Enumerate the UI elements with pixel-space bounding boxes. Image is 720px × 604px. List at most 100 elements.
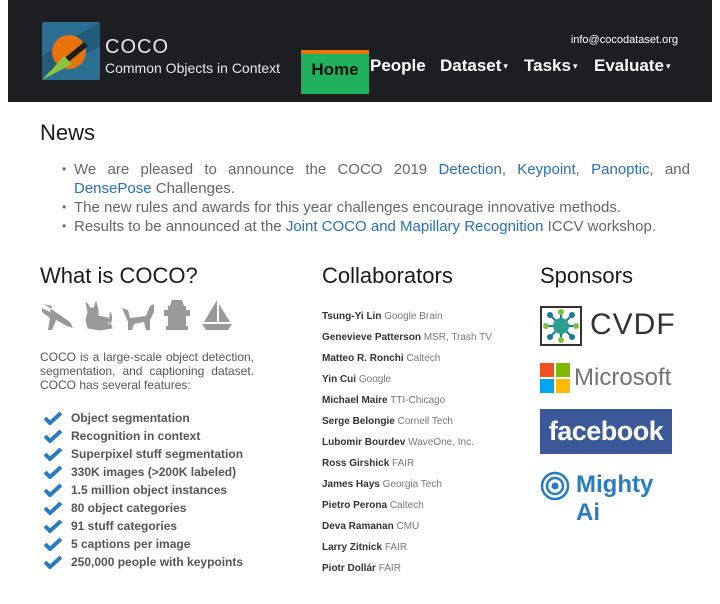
nav-people[interactable]: People bbox=[370, 56, 426, 76]
fire-hydrant-icon bbox=[164, 300, 190, 330]
collaborator-name: Deva Ramanan bbox=[322, 521, 394, 532]
feature-label: 80 object categories bbox=[71, 501, 187, 515]
feature-label: 91 stuff categories bbox=[71, 519, 178, 533]
feature-label: Superpixel stuff segmentation bbox=[71, 447, 244, 461]
mighty-ai-sponsor-link[interactable]: Mighty Ai bbox=[540, 469, 680, 526]
collaborator-name: Larry Zitnick bbox=[322, 542, 383, 553]
detection-link[interactable]: Detection bbox=[438, 161, 501, 178]
what-is-coco-heading: What is COCO? bbox=[40, 263, 198, 288]
checkmark-icon bbox=[44, 501, 62, 515]
collaborator-affiliation: FAIR bbox=[384, 542, 408, 553]
news-item: Results to be announced at the Joint COC… bbox=[62, 217, 690, 236]
news-text: Results to be announced at the bbox=[74, 218, 286, 235]
collaborator-affiliation: FAIR bbox=[378, 563, 401, 574]
contact-email-link[interactable]: info@cocodataset.org bbox=[571, 34, 678, 46]
news-item: The new rules and awards for this year c… bbox=[62, 198, 690, 217]
feature-label: 250,000 people with keypoints bbox=[71, 555, 244, 569]
feature-label: Object segmentation bbox=[71, 411, 190, 425]
checkmark-icon bbox=[44, 465, 62, 479]
feature-label: 5 captions per image bbox=[71, 537, 191, 551]
news-list: We are pleased to announce the COCO 2019… bbox=[62, 160, 690, 236]
chevron-down-icon: ▾ bbox=[665, 61, 671, 72]
coco-logo-icon[interactable] bbox=[42, 22, 100, 80]
panoptic-link[interactable]: Panoptic bbox=[591, 161, 649, 178]
collaborator-name: Matteo R. Ronchi bbox=[322, 353, 404, 364]
nav-evaluate[interactable]: Evaluate ▾ bbox=[594, 56, 670, 76]
checkmark-icon bbox=[44, 483, 62, 497]
collaborator-name: Ross Girshick bbox=[322, 458, 390, 469]
collaborator-name: Michael Maire bbox=[322, 395, 388, 406]
collaborator-affiliation: Google bbox=[358, 374, 392, 385]
airplane-icon bbox=[42, 304, 73, 330]
feature-item: 80 object categories bbox=[44, 499, 243, 517]
collaborator-name: Piotr Dollár bbox=[322, 563, 376, 574]
collaborators-heading: Collaborators bbox=[322, 263, 453, 288]
nav-home[interactable]: Home bbox=[301, 50, 369, 94]
collaborator-name: Lubomir Bourdev bbox=[322, 437, 406, 448]
cvdf-logo-icon bbox=[540, 306, 582, 346]
collaborator-affiliation: TTI-Chicago bbox=[390, 395, 446, 406]
collaborator-affiliation: Caltech bbox=[389, 500, 424, 511]
news-text: We are pleased to announce the COCO 2019 bbox=[74, 161, 439, 178]
feature-label: 1.5 million object instances bbox=[71, 483, 228, 497]
feature-item: Recognition in context bbox=[44, 427, 243, 445]
nav-evaluate-label: Evaluate bbox=[594, 56, 664, 75]
keypoint-link[interactable]: Keypoint bbox=[517, 161, 575, 178]
cvdf-label: CVDF bbox=[590, 308, 676, 341]
collaborator-name: Pietro Perona bbox=[322, 500, 388, 511]
checkmark-icon bbox=[44, 519, 62, 533]
collaborator-name: Yin Cui bbox=[322, 374, 357, 385]
collaborator-affiliation: FAIR bbox=[392, 458, 415, 469]
feature-label: 330K images (>200K labeled) bbox=[71, 465, 237, 479]
collaborator-item: Pietro Perona Caltech bbox=[322, 500, 492, 521]
nav-tasks-label: Tasks bbox=[524, 56, 571, 75]
collaborator-item: Genevieve Patterson MSR, Trash TV bbox=[322, 332, 492, 353]
microsoft-logo-icon bbox=[540, 363, 570, 393]
news-text: , bbox=[501, 161, 518, 178]
collaborator-affiliation: WaveOne, Inc. bbox=[408, 437, 474, 448]
facebook-sponsor-link[interactable]: facebook bbox=[540, 409, 672, 454]
feature-item: 5 captions per image bbox=[44, 535, 243, 553]
microsoft-sponsor-link[interactable]: Microsoft bbox=[540, 362, 680, 394]
collaborator-affiliation: Caltech bbox=[406, 353, 441, 364]
collaborator-item: Piotr Dollár FAIR bbox=[322, 563, 492, 584]
collaborator-affiliation: CMU bbox=[396, 521, 420, 532]
collaborator-name: Genevieve Patterson bbox=[322, 332, 421, 343]
collaborator-item: Lubomir Bourdev WaveOne, Inc. bbox=[322, 437, 492, 458]
logo-subtitle[interactable]: Common Objects in Context bbox=[105, 60, 280, 76]
logo-title[interactable]: COCO bbox=[105, 36, 169, 59]
chevron-down-icon: ▾ bbox=[503, 61, 508, 72]
sailboat-icon bbox=[202, 300, 232, 330]
news-heading: News bbox=[40, 120, 96, 145]
checkmark-icon bbox=[44, 429, 62, 443]
mighty-ai-logo-icon bbox=[540, 471, 570, 501]
collaborator-item: Matteo R. Ronchi Caltech bbox=[322, 353, 492, 374]
collaborator-name: Tsung-Yi Lin bbox=[322, 311, 382, 322]
mighty-ai-label: Mighty Ai bbox=[576, 471, 654, 526]
workshop-link[interactable]: Joint COCO and Mapillary Recognition bbox=[286, 218, 544, 235]
checkmark-icon bbox=[44, 555, 62, 569]
microsoft-label: Microsoft bbox=[574, 364, 672, 391]
category-icons bbox=[40, 298, 240, 338]
nav-tasks[interactable]: Tasks ▾ bbox=[524, 56, 577, 76]
cvdf-sponsor-link[interactable]: CVDF bbox=[540, 306, 680, 346]
collaborator-affiliation: MSR, Trash TV bbox=[423, 332, 492, 343]
collaborator-item: Tsung-Yi Lin Google Brain bbox=[322, 311, 492, 332]
collaborator-item: Deva Ramanan CMU bbox=[322, 521, 492, 542]
nav-people-label: People bbox=[370, 56, 426, 75]
collaborator-name: Serge Belongie bbox=[322, 416, 395, 427]
collaborator-affiliation: Georgia Tech bbox=[382, 479, 442, 490]
nav-dataset[interactable]: Dataset ▾ bbox=[440, 56, 508, 76]
news-text: Challenges. bbox=[151, 180, 235, 197]
facebook-label: facebook bbox=[548, 416, 664, 446]
feature-item: 1.5 million object instances bbox=[44, 481, 243, 499]
densepose-link[interactable]: DensePose bbox=[74, 180, 152, 197]
checkmark-icon bbox=[44, 537, 62, 551]
news-item: We are pleased to announce the COCO 2019… bbox=[62, 160, 690, 198]
feature-item: 330K images (>200K labeled) bbox=[44, 463, 243, 481]
collaborator-item: Michael Maire TTI-Chicago bbox=[322, 395, 492, 416]
collaborator-list: Tsung-Yi Lin Google Brain Genevieve Patt… bbox=[322, 311, 492, 584]
cat-icon bbox=[85, 300, 113, 331]
dog-icon bbox=[122, 304, 154, 330]
nav-home-label: Home bbox=[311, 60, 359, 79]
